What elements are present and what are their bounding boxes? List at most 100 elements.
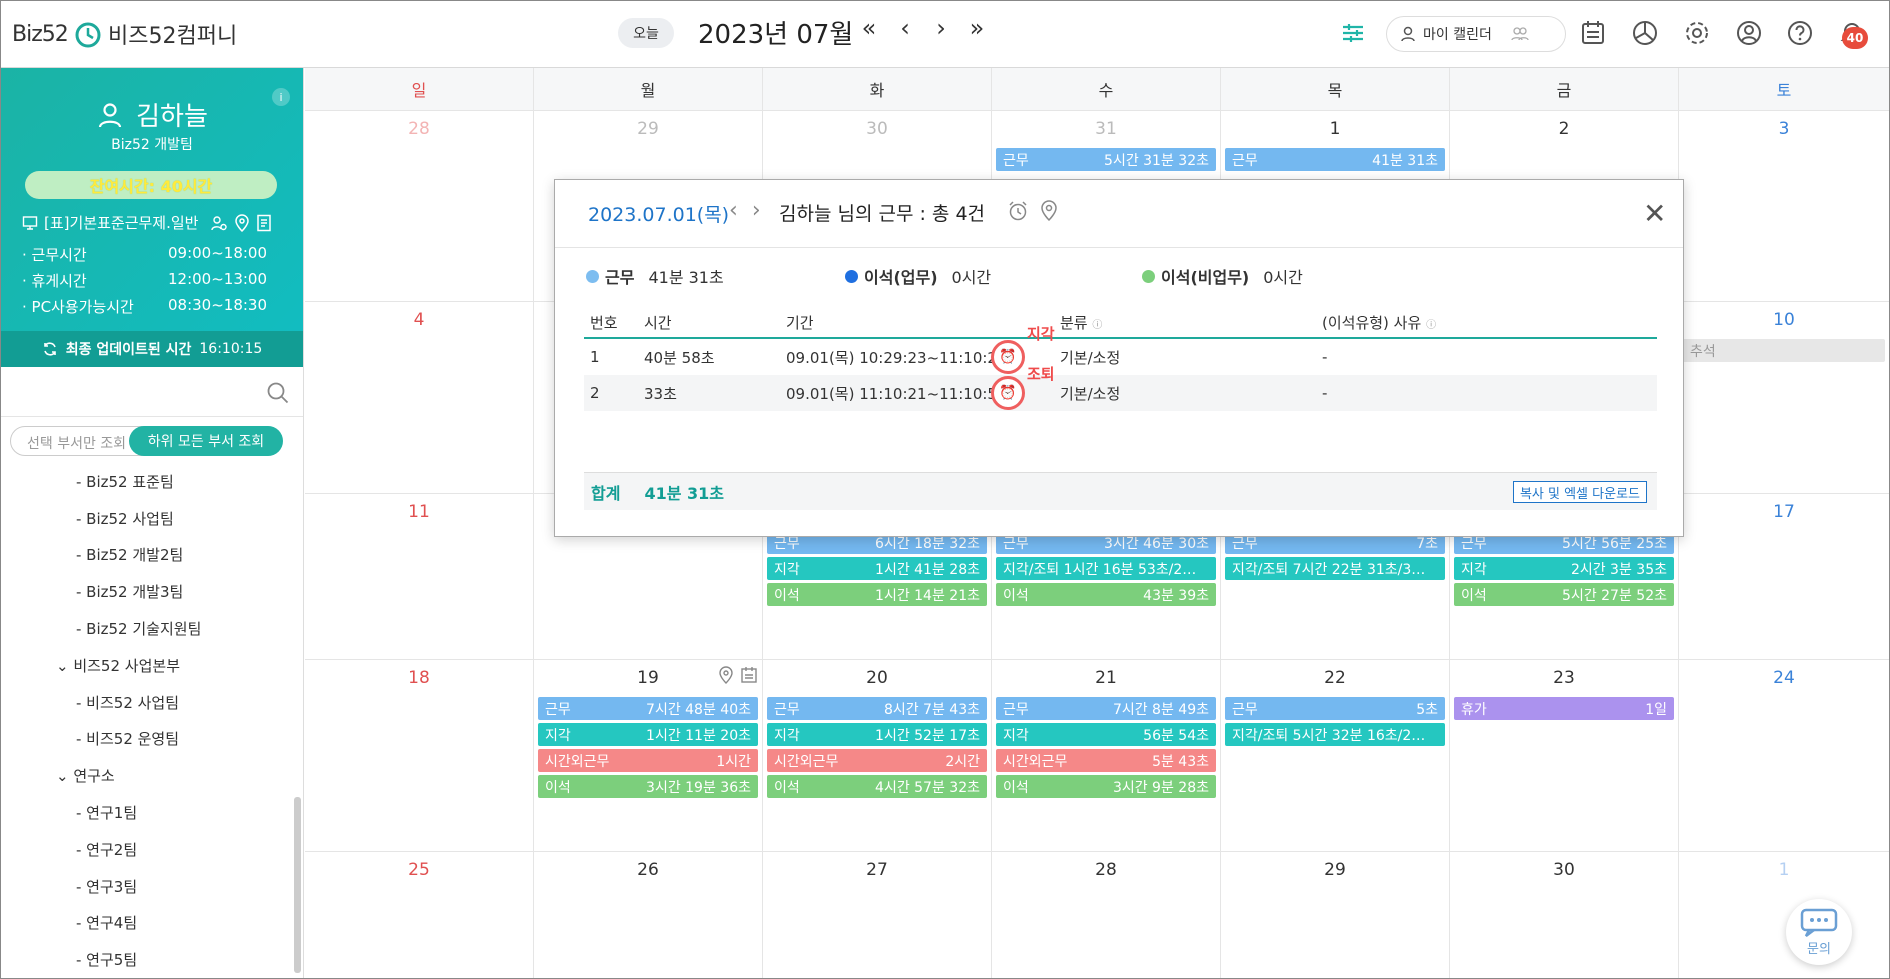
- early-leave-alarm-icon[interactable]: ⏰: [991, 376, 1025, 410]
- day-cell[interactable]: 28: [992, 852, 1221, 979]
- my-calendar-switch[interactable]: 마이 캘린더: [1386, 16, 1566, 52]
- tree-item[interactable]: - 연구2팀: [0, 831, 296, 868]
- next-day-button[interactable]: ›: [752, 198, 761, 223]
- event-chip[interactable]: 근무 7시간 8분 49초: [996, 697, 1216, 720]
- event-label: 휴가: [1461, 701, 1487, 718]
- day-cell[interactable]: 25: [305, 852, 534, 979]
- tree-item[interactable]: - Biz52 표준팀: [0, 463, 296, 500]
- location-pin-icon[interactable]: [1039, 200, 1059, 222]
- dept-search[interactable]: [0, 367, 303, 417]
- logo[interactable]: Biz52: [12, 16, 102, 52]
- today-button[interactable]: 오늘: [618, 18, 674, 48]
- event-chip[interactable]: 근무 8시간 7분 43초: [767, 697, 987, 720]
- user-settings-icon[interactable]: [210, 214, 228, 232]
- day-cell[interactable]: 17: [1679, 494, 1890, 660]
- tree-item[interactable]: - Biz52 개발2팀: [0, 537, 296, 574]
- location-pin-icon[interactable]: [718, 666, 734, 684]
- tree-item[interactable]: - 연구5팀: [0, 941, 296, 978]
- tree-item[interactable]: - 연구1팀: [0, 794, 296, 831]
- tree-item[interactable]: - 비즈52 사업팀: [0, 684, 296, 721]
- day-cell[interactable]: 19 근무 7시간 48분 40초 지각 1시간 11분 20초 시간외근무 1시간 이석 3시…: [534, 660, 763, 852]
- tree-item[interactable]: - Biz52 사업팀: [0, 500, 296, 537]
- calendar-note-icon[interactable]: [740, 666, 758, 684]
- tree-item[interactable]: ⌄ 비즈52 사업본부: [0, 647, 296, 684]
- event-chip[interactable]: 근무 41분 31초: [1225, 148, 1445, 171]
- event-chip[interactable]: 이석 1시간 14분 21초: [767, 583, 987, 606]
- day-cell[interactable]: 11: [305, 494, 534, 660]
- dept-scope-toggle[interactable]: 선택 부서만 조회 하위 모든 부서 조회: [10, 426, 283, 456]
- event-chip[interactable]: 지각 1시간 11분 20초: [538, 723, 758, 746]
- sidebar-scrollbar[interactable]: [294, 797, 301, 973]
- day-cell[interactable]: 24: [1679, 660, 1890, 852]
- event-chip[interactable]: 지각 2시간 3분 35초: [1454, 557, 1674, 580]
- table-row[interactable]: 1 40분 58초 09.01(목) 10:29:23~11:10:2 ⏰ 지각…: [584, 325, 1657, 375]
- event-chip[interactable]: 시간외근무 5분 43초: [996, 749, 1216, 772]
- day-cell[interactable]: 4: [305, 302, 534, 494]
- day-cell[interactable]: 10 추석: [1679, 302, 1890, 494]
- event-chip[interactable]: 이석 43분 39초: [996, 583, 1216, 606]
- event-chip[interactable]: 지각/조퇴 7시간 22분 31초/3…: [1225, 557, 1445, 580]
- prev-day-button[interactable]: ‹: [729, 198, 738, 223]
- row-type: 기본/소정: [1060, 384, 1121, 403]
- event-chip[interactable]: 근무 5시간 31분 32초: [996, 148, 1216, 171]
- tree-item[interactable]: ⌄ 연구소: [0, 757, 296, 794]
- day-cell[interactable]: 28: [305, 111, 534, 302]
- day-cell[interactable]: 20 근무 8시간 7분 43초 지각 1시간 52분 17초 시간외근무 2시간 이석 4시간…: [763, 660, 992, 852]
- table-row[interactable]: 2 33초 09.01(목) 11:10:21~11:10:54 ⏰ 조퇴 기본…: [584, 365, 1657, 411]
- search-icon[interactable]: [266, 381, 290, 405]
- modal-date[interactable]: 2023.07.01(목): [588, 200, 729, 227]
- next-year-button[interactable]: »: [966, 14, 988, 42]
- event-chip[interactable]: 이석 5시간 27분 52초: [1454, 583, 1674, 606]
- event-chip[interactable]: 지각 56분 54초: [996, 723, 1216, 746]
- day-cell[interactable]: 1: [1679, 852, 1890, 979]
- event-chip[interactable]: 지각 1시간 41분 28초: [767, 557, 987, 580]
- event-chip[interactable]: 이석 4시간 57분 32초: [767, 775, 987, 798]
- day-cell[interactable]: 29: [1221, 852, 1450, 979]
- event-chip[interactable]: 지각/조퇴 5시간 32분 16초/2…: [1225, 723, 1445, 746]
- tree-item[interactable]: - Biz52 개발3팀: [0, 573, 296, 610]
- prev-month-button[interactable]: ‹: [894, 14, 916, 42]
- selected-dept-only-option[interactable]: 선택 부서만 조회: [27, 433, 126, 453]
- day-cell[interactable]: 21 근무 7시간 8분 49초 지각 56분 54초 시간외근무 5분 43초 이석 3시간 …: [992, 660, 1221, 852]
- event-chip[interactable]: 이석 3시간 19분 36초: [538, 775, 758, 798]
- day-cell[interactable]: 23 휴가 1일: [1450, 660, 1679, 852]
- tree-item[interactable]: - 비즈52 운영팀: [0, 721, 296, 758]
- day-cell[interactable]: 30: [1450, 852, 1679, 979]
- tree-item[interactable]: - 연구3팀: [0, 868, 296, 905]
- event-chip[interactable]: 시간외근무 1시간: [538, 749, 758, 772]
- tree-item[interactable]: - 연구4팀: [0, 905, 296, 942]
- event-chip[interactable]: 지각/조퇴 1시간 16분 53초/2…: [996, 557, 1216, 580]
- alarm-clock-icon[interactable]: [1007, 200, 1029, 222]
- tree-item[interactable]: - Biz52 기술지원팀: [0, 610, 296, 647]
- pie-chart-icon[interactable]: [1628, 16, 1662, 50]
- all-sub-dept-option[interactable]: 하위 모든 부서 조회: [129, 426, 283, 456]
- inquiry-button[interactable]: 문의: [1786, 899, 1852, 965]
- event-chip[interactable]: 근무 5초: [1225, 697, 1445, 720]
- help-icon[interactable]: [1783, 16, 1817, 50]
- next-month-button[interactable]: ›: [930, 14, 952, 42]
- day-cell[interactable]: 18: [305, 660, 534, 852]
- event-chip[interactable]: 시간외근무 2시간: [767, 749, 987, 772]
- user-circle-icon[interactable]: [1732, 16, 1766, 50]
- event-chip[interactable]: 이석 3시간 9분 28초: [996, 775, 1216, 798]
- day-cell[interactable]: 22 근무 5초 지각/조퇴 5시간 32분 16초/2…: [1221, 660, 1450, 852]
- excel-download-button[interactable]: 복사 및 엑셀 다운로드: [1512, 481, 1647, 503]
- late-alarm-icon[interactable]: ⏰: [991, 340, 1025, 374]
- event-chip[interactable]: 휴가 1일: [1454, 697, 1674, 720]
- event-chip[interactable]: 지각 1시간 52분 17초: [767, 723, 987, 746]
- document-icon[interactable]: [256, 214, 272, 232]
- event-chip[interactable]: 근무 7시간 48분 40초: [538, 697, 758, 720]
- close-icon[interactable]: ✕: [1643, 200, 1666, 228]
- event-chip[interactable]: 추석: [1683, 339, 1885, 362]
- calendar-list-icon[interactable]: [1576, 16, 1610, 50]
- day-cell[interactable]: 27: [763, 852, 992, 979]
- day-cell[interactable]: 3: [1679, 111, 1890, 302]
- day-cell[interactable]: 26: [534, 852, 763, 979]
- info-icon[interactable]: ⓘ: [1092, 320, 1102, 331]
- refresh-icon[interactable]: [42, 341, 58, 357]
- gear-icon[interactable]: [1680, 16, 1714, 50]
- location-pin-icon[interactable]: [234, 213, 250, 232]
- filter-sliders-icon[interactable]: [1336, 16, 1370, 50]
- prev-year-button[interactable]: «: [858, 14, 880, 42]
- info-icon[interactable]: ⓘ: [1426, 320, 1436, 331]
